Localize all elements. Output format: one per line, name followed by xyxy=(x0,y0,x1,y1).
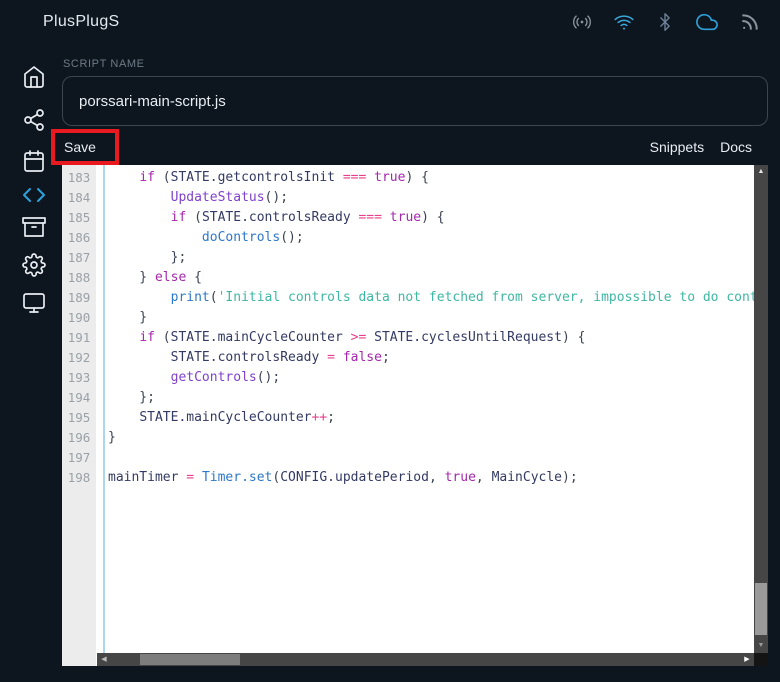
code-line-content: STATE.mainCycleCounter++; xyxy=(139,410,335,425)
bluetooth-icon xyxy=(656,13,674,31)
script-name-input[interactable] xyxy=(62,76,768,126)
sidebar-item-archive[interactable] xyxy=(22,215,46,239)
sidebar-item-home[interactable] xyxy=(22,65,46,89)
code-line[interactable]: 197 xyxy=(62,448,754,468)
scroll-up-arrow[interactable]: ▲ xyxy=(754,166,768,178)
code-line-content: } xyxy=(108,310,148,325)
line-number: 188 xyxy=(62,268,96,288)
snippets-link[interactable]: Snippets xyxy=(650,139,704,155)
code-line[interactable]: 192 STATE.controlsReady = false; xyxy=(62,348,754,368)
scroll-right-arrow[interactable]: ▶ xyxy=(741,653,753,666)
code-line-content: mainTimer = Timer.set(CONFIG.updatePerio… xyxy=(108,470,578,485)
scroll-left-arrow[interactable]: ◀ xyxy=(98,653,110,666)
line-number: 196 xyxy=(62,428,96,448)
code-line[interactable]: 188 } else { xyxy=(62,268,754,288)
code-line[interactable]: 198 mainTimer = Timer.set(CONFIG.updatePe… xyxy=(62,468,754,488)
home-icon xyxy=(22,65,46,89)
monitor-icon xyxy=(22,291,46,315)
code-line[interactable]: 191 if (STATE.mainCycleCounter >= STATE.… xyxy=(62,328,754,348)
code-line[interactable]: 184 UpdateStatus(); xyxy=(62,188,754,208)
docs-link[interactable]: Docs xyxy=(720,139,752,155)
archive-icon xyxy=(22,215,46,239)
code-line-content: }; xyxy=(108,390,155,405)
app-header: PlusPlugS xyxy=(0,0,780,44)
code-line-content: print('Initial controls data not fetched… xyxy=(170,290,754,305)
code-line-content: } else { xyxy=(108,270,202,285)
code-line-content: UpdateStatus(); xyxy=(170,190,289,205)
code-line[interactable]: 196} xyxy=(62,428,754,448)
sidebar-item-integrations[interactable] xyxy=(22,108,46,132)
code-line[interactable]: 189 print('Initial controls data not fet… xyxy=(62,288,754,308)
script-name-label: SCRIPT NAME xyxy=(63,58,145,70)
editor-toolbar-links: Snippets Docs xyxy=(650,139,752,155)
horizontal-scrollbar[interactable]: ◀ ▶ xyxy=(97,653,754,666)
code-line[interactable]: 194 }; xyxy=(62,388,754,408)
vertical-scrollbar[interactable]: ▲ ▼ xyxy=(754,165,768,653)
code-line-content: } xyxy=(108,430,116,445)
status-icon-bar xyxy=(572,0,760,44)
line-number: 195 xyxy=(62,408,96,428)
code-line-content: STATE.controlsReady = false; xyxy=(170,350,390,365)
line-number: 197 xyxy=(62,448,96,468)
wifi-icon xyxy=(614,12,634,32)
code-line[interactable]: 193 getControls(); xyxy=(62,368,754,388)
line-number: 183 xyxy=(62,168,96,188)
line-number: 187 xyxy=(62,248,96,268)
gear-icon xyxy=(22,253,46,277)
line-number: 191 xyxy=(62,328,96,348)
app-title: PlusPlugS xyxy=(43,13,120,30)
sidebar-item-settings[interactable] xyxy=(22,253,46,277)
code-line-content: doControls(); xyxy=(201,230,304,245)
line-number: 184 xyxy=(62,188,96,208)
horizontal-scroll-thumb[interactable] xyxy=(140,654,240,665)
sidebar-item-code[interactable] xyxy=(22,183,46,207)
code-line[interactable]: 187 }; xyxy=(62,248,754,268)
code-line-content: if (STATE.getcontrolsInit === true) { xyxy=(139,170,429,185)
rss-icon xyxy=(740,12,760,32)
code-line[interactable]: 190 } xyxy=(62,308,754,328)
code-line-content: if (STATE.mainCycleCounter >= STATE.cycl… xyxy=(139,330,586,345)
line-number: 198 xyxy=(62,468,96,488)
sidebar xyxy=(0,44,62,682)
sidebar-item-calendar[interactable] xyxy=(22,149,46,173)
scroll-down-arrow[interactable]: ▼ xyxy=(754,640,768,652)
radio-icon xyxy=(572,12,592,32)
code-line[interactable]: 195 STATE.mainCycleCounter++; xyxy=(62,408,754,428)
sidebar-item-display[interactable] xyxy=(22,291,46,315)
scrollbar-corner xyxy=(754,653,768,666)
code-line-content: if (STATE.controlsReady === true) { xyxy=(170,210,445,225)
share-nodes-icon xyxy=(22,108,46,132)
vertical-scroll-thumb[interactable] xyxy=(755,583,767,635)
code-editor[interactable]: 183 if (STATE.getcontrolsInit === true) … xyxy=(62,165,768,666)
line-number: 185 xyxy=(62,208,96,228)
save-button[interactable]: Save xyxy=(64,139,96,155)
calendar-icon xyxy=(22,149,46,173)
cloud-icon xyxy=(696,11,718,33)
code-icon xyxy=(22,183,46,207)
line-number: 193 xyxy=(62,368,96,388)
line-number: 192 xyxy=(62,348,96,368)
code-area[interactable]: 183 if (STATE.getcontrolsInit === true) … xyxy=(62,168,754,653)
code-line-content: getControls(); xyxy=(170,370,281,385)
code-line[interactable]: 183 if (STATE.getcontrolsInit === true) … xyxy=(62,168,754,188)
code-line[interactable]: 186 doControls(); xyxy=(62,228,754,248)
code-line[interactable]: 185 if (STATE.controlsReady === true) { xyxy=(62,208,754,228)
line-number: 190 xyxy=(62,308,96,328)
code-line-content: }; xyxy=(108,250,187,265)
line-number: 189 xyxy=(62,288,96,308)
line-number: 186 xyxy=(62,228,96,248)
line-number: 194 xyxy=(62,388,96,408)
